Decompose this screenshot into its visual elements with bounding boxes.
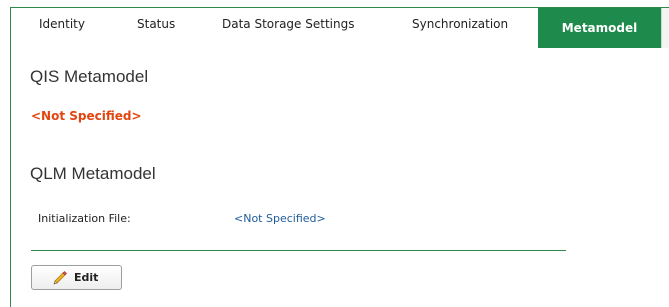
initialization-file-link[interactable]: <Not Specified> [234,212,326,225]
initialization-file-label: Initialization File: [38,212,131,225]
tab-status[interactable]: Status [137,17,175,48]
section-divider [31,250,566,251]
edit-button-label: Edit [74,271,99,284]
tab-bar: Identity Status Data Storage Settings Sy… [11,8,669,48]
tab-synchronization[interactable]: Synchronization [412,17,508,48]
edit-button[interactable]: Edit [31,265,122,290]
properties-panel: Identity Status Data Storage Settings Sy… [10,7,669,307]
tab-overflow-edge [661,8,669,48]
tab-data-storage-settings[interactable]: Data Storage Settings [222,17,354,48]
tab-metamodel[interactable]: Metamodel [538,8,661,48]
qis-metamodel-value: <Not Specified> [31,109,142,123]
qis-metamodel-heading: QIS Metamodel [30,67,149,86]
qlm-metamodel-heading: QLM Metamodel [30,164,156,183]
pencil-icon [52,270,68,286]
tab-identity[interactable]: Identity [39,17,85,48]
